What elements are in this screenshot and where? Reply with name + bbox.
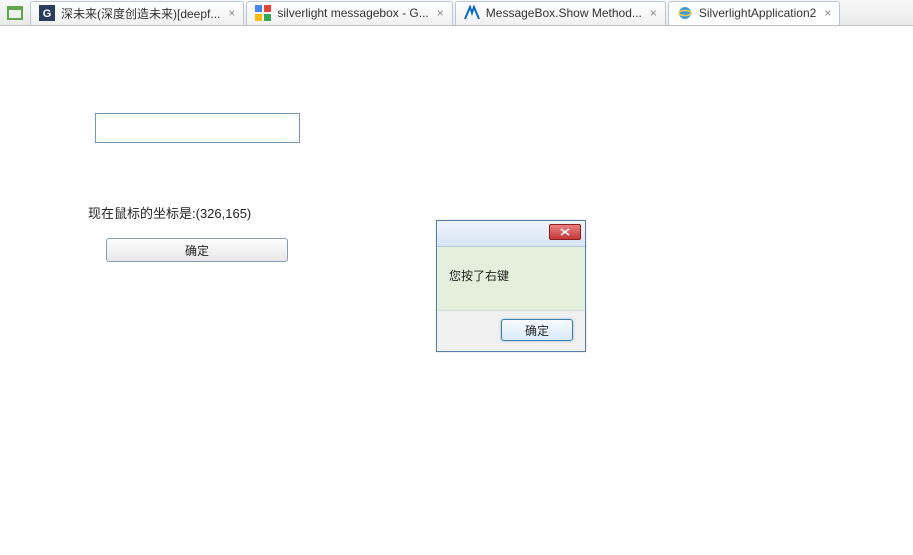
tab-close-icon[interactable]: × <box>648 7 659 19</box>
page-viewport: 现在鼠标的坐标是:(326,165) 确定 您按了右键 确定 <box>0 26 913 555</box>
tab-label: silverlight messagebox - G... <box>277 6 428 20</box>
favicon-deepfuture-icon: G <box>39 5 55 21</box>
tab-close-icon[interactable]: × <box>226 7 237 19</box>
svg-text:G: G <box>43 8 52 20</box>
tab-label: 深未来(深度创造未来)[deepf... <box>61 5 220 22</box>
close-icon <box>560 228 570 236</box>
tab-close-icon[interactable]: × <box>822 7 833 19</box>
favicon-google-icon <box>255 5 271 21</box>
window-menu-icon[interactable] <box>3 1 27 25</box>
favicon-ie-icon <box>677 5 693 21</box>
message-box-dialog: 您按了右键 确定 <box>436 220 586 352</box>
tab-close-icon[interactable]: × <box>435 7 446 19</box>
tab-msdn[interactable]: MessageBox.Show Method... × <box>455 1 666 25</box>
text-input[interactable] <box>95 113 300 143</box>
tab-label: SilverlightApplication2 <box>699 6 816 20</box>
message-box-titlebar[interactable] <box>437 221 585 247</box>
browser-tab-bar: G 深未来(深度创造未来)[deepf... × silverlight mes… <box>0 0 913 26</box>
message-box-footer: 确定 <box>437 311 585 351</box>
tab-google-search[interactable]: silverlight messagebox - G... × <box>246 1 452 25</box>
message-box-text: 您按了右键 <box>437 247 585 311</box>
favicon-msdn-icon <box>464 5 480 21</box>
tab-label: MessageBox.Show Method... <box>486 6 642 20</box>
tab-deepfuture[interactable]: G 深未来(深度创造未来)[deepf... × <box>30 1 244 25</box>
message-box-close-button[interactable] <box>549 224 581 240</box>
message-box-ok-button[interactable]: 确定 <box>501 319 573 341</box>
mouse-coordinate-label: 现在鼠标的坐标是:(326,165) <box>88 203 251 222</box>
confirm-button[interactable]: 确定 <box>106 238 288 262</box>
tab-silverlight-app[interactable]: SilverlightApplication2 × <box>668 1 840 25</box>
